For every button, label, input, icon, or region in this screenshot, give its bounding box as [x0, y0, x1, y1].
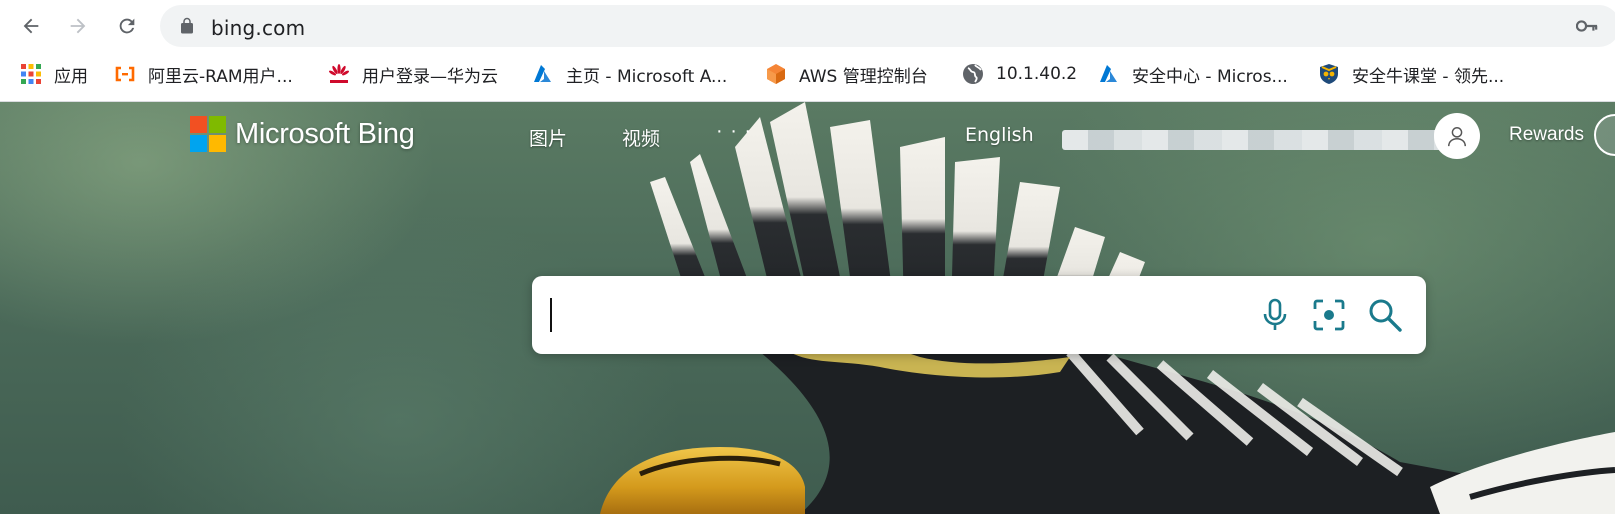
reload-icon [119, 18, 135, 34]
bookmark-label: AWS 管理控制台 [799, 66, 928, 87]
lock-icon [181, 17, 193, 34]
text-caret [550, 298, 552, 332]
microphone-icon [1263, 298, 1287, 330]
arrow-right-icon [70, 18, 86, 34]
bookmark-label: 安全中心 - Micros... [1132, 66, 1288, 87]
bookmark-aliyun[interactable]: 阿里云-RAM用户... [114, 59, 293, 89]
bookmark-aqniu[interactable]: 安全牛课堂 - 领先... [1318, 59, 1504, 89]
bookmark-aws[interactable]: AWS 管理控制台 [765, 59, 928, 89]
url-text: bing.com [211, 16, 306, 40]
rewards-link[interactable]: Rewards [1509, 124, 1584, 146]
bookmark-label: 应用 [54, 66, 88, 87]
address-bar[interactable]: bing.com [160, 5, 1615, 47]
bookmark-apps[interactable]: 应用 [20, 59, 88, 89]
bookmark-label: 主页 - Microsoft A... [566, 66, 728, 87]
aws-icon [767, 64, 785, 84]
aliyun-icon [115, 66, 135, 82]
account-avatar[interactable] [1434, 113, 1480, 159]
key-icon[interactable] [1576, 16, 1598, 36]
forward-button[interactable] [62, 10, 94, 42]
bookmark-huawei[interactable]: 用户登录—华为云 [328, 59, 498, 89]
language-switch[interactable]: English [965, 124, 1034, 146]
shield-owl-icon [1320, 64, 1338, 84]
bookmark-label: 用户登录—华为云 [362, 66, 498, 87]
search-icon [1369, 299, 1402, 332]
bookmarks-bar: 应用 阿里云-RAM用户... 用户登录—华为云 主页 - Microsoft … [0, 55, 1615, 95]
more-menu-button[interactable]: · · · [716, 120, 752, 143]
reload-button[interactable] [111, 10, 143, 42]
azure-icon [1100, 65, 1117, 82]
azure-icon [534, 65, 551, 82]
bookmark-label: 安全牛课堂 - 领先... [1352, 66, 1505, 87]
nav-images[interactable]: 图片 [529, 124, 567, 151]
search-button[interactable] [1366, 296, 1404, 334]
user-icon [1448, 127, 1466, 147]
browser-chrome: bing.com 应用 阿里云-RAM用户... 用户登录—华为云 主页 - M… [0, 0, 1615, 102]
nav-videos[interactable]: 视频 [622, 124, 660, 151]
voice-search-button[interactable] [1256, 296, 1294, 334]
microsoft-logo-icon [190, 116, 226, 152]
bookmark-azure-security[interactable]: 安全中心 - Micros... [1098, 59, 1288, 89]
bookmark-ip[interactable]: 10.1.40.2 [962, 59, 1077, 89]
search-box[interactable] [532, 276, 1426, 354]
arrow-left-icon [23, 18, 39, 34]
camera-scan-icon [1313, 299, 1345, 331]
globe-icon [963, 64, 983, 84]
back-button[interactable] [15, 10, 47, 42]
huawei-icon [328, 64, 350, 83]
bookmark-label: 10.1.40.2 [996, 64, 1078, 84]
search-input[interactable] [558, 290, 1258, 340]
bing-logo[interactable]: Microsoft Bing [190, 116, 415, 152]
bing-homepage: Microsoft Bing 图片 视频 · · · English Rewar… [0, 102, 1615, 514]
redacted-account-info [1062, 130, 1452, 150]
logo-text: Microsoft Bing [235, 117, 415, 150]
visual-search-button[interactable] [1310, 296, 1348, 334]
bookmark-label: 阿里云-RAM用户... [148, 66, 293, 87]
apps-grid-icon [21, 64, 41, 84]
bookmark-azure-home[interactable]: 主页 - Microsoft A... [532, 59, 727, 89]
